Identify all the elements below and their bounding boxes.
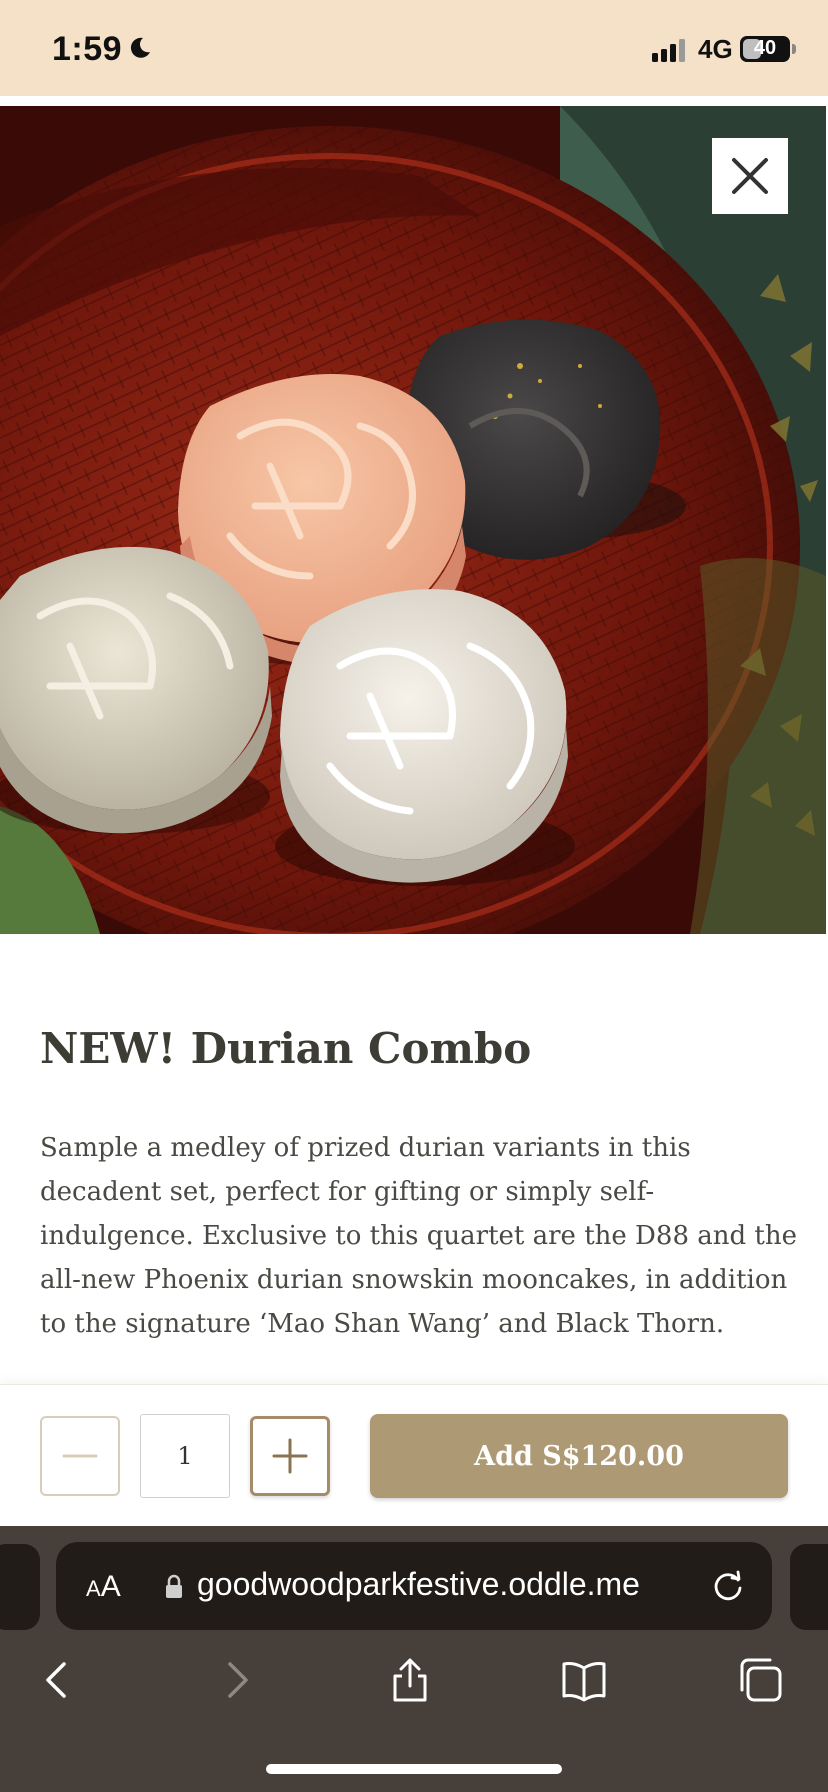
status-bar: 1:59 4G 40 <box>0 0 828 96</box>
bookmarks-icon[interactable] <box>560 1656 608 1704</box>
close-icon <box>732 158 768 194</box>
battery-icon: 40 <box>740 36 790 62</box>
network-type: 4G <box>698 34 733 64</box>
product-image <box>0 106 826 934</box>
battery-nub <box>792 44 796 54</box>
mooncake-photo <box>0 106 826 934</box>
increase-quantity-button[interactable] <box>250 1416 330 1496</box>
battery-percent: 40 <box>753 37 777 59</box>
quantity-input[interactable] <box>140 1414 230 1498</box>
plus-icon <box>272 1438 308 1474</box>
reload-icon[interactable] <box>710 1568 746 1604</box>
status-time: 1:59 <box>52 30 123 68</box>
aa-small-label: A <box>86 1576 101 1601</box>
home-indicator[interactable] <box>266 1764 562 1774</box>
minus-icon <box>62 1454 98 1458</box>
reader-options-button[interactable]: AA <box>86 1570 121 1604</box>
url-text[interactable]: goodwoodparkfestive.oddle.me <box>197 1566 640 1603</box>
next-tab-preview[interactable] <box>790 1544 828 1630</box>
close-button[interactable] <box>712 138 788 214</box>
forward-icon[interactable] <box>212 1656 260 1704</box>
aa-big-label: A <box>100 1570 121 1603</box>
product-title: NEW! Durian Combo <box>40 1024 532 1073</box>
tabs-icon[interactable] <box>736 1656 784 1704</box>
moon-icon <box>130 37 150 58</box>
decrease-quantity-button[interactable] <box>40 1416 120 1496</box>
product-description: Sample a medley of prized durian variant… <box>40 1133 797 1339</box>
previous-tab-preview[interactable] <box>0 1544 40 1630</box>
signal-icon <box>652 39 685 62</box>
lock-icon <box>166 1574 182 1598</box>
back-icon[interactable] <box>34 1656 82 1704</box>
share-icon[interactable] <box>386 1656 434 1704</box>
add-to-cart-button[interactable]: Add S$120.00 <box>370 1414 788 1498</box>
